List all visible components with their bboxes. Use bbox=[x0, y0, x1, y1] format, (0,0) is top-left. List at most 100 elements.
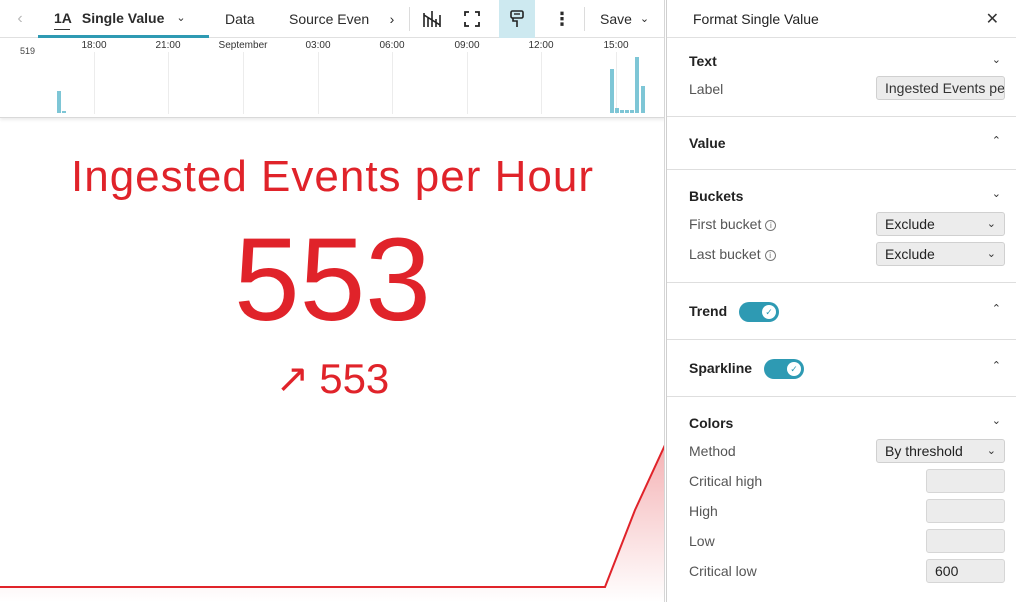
chevron-up-icon[interactable]: ⌃ bbox=[992, 302, 1001, 315]
chevron-left-icon: ‹ bbox=[17, 9, 23, 27]
fullscreen-button[interactable] bbox=[454, 0, 490, 37]
format-panel: Format Single Value ✕ Text ⌄ Label Inges… bbox=[666, 0, 1016, 602]
chevron-right-icon: › bbox=[389, 10, 395, 27]
trend-section-title[interactable]: Trend bbox=[689, 303, 727, 319]
high-input[interactable] bbox=[926, 499, 1005, 523]
toolbar-divider bbox=[409, 7, 410, 31]
trend-indicator: ↗ 553 bbox=[0, 355, 664, 403]
critical-high-input[interactable] bbox=[926, 469, 1005, 493]
single-value-icon: 1A bbox=[54, 9, 72, 30]
histogram-gridline bbox=[392, 52, 393, 114]
check-icon: ✓ bbox=[787, 362, 801, 376]
histogram-gridline bbox=[541, 52, 542, 114]
paint-roller-icon bbox=[510, 10, 524, 27]
tab-data[interactable]: Data bbox=[225, 0, 255, 37]
trend-toggle[interactable]: ✓ bbox=[739, 302, 779, 322]
sparkline-line bbox=[0, 444, 664, 588]
value-section-title[interactable]: Value bbox=[689, 135, 726, 151]
close-icon[interactable]: ✕ bbox=[986, 9, 999, 29]
tab-source-events[interactable]: Source Even bbox=[289, 0, 375, 37]
sparkline-toggle[interactable]: ✓ bbox=[764, 359, 804, 379]
event-histogram[interactable]: 519 18:00 21:00 September 03:00 06:00 09… bbox=[0, 38, 664, 118]
tab-single-value[interactable]: 1A Single Value ⌄ bbox=[38, 0, 209, 38]
tabs-scroll-right-button[interactable]: › bbox=[385, 0, 399, 37]
chevron-up-icon[interactable]: ⌃ bbox=[992, 359, 1001, 372]
sparkline-section: Sparkline ✓ ⌃ bbox=[667, 340, 1016, 397]
info-icon[interactable]: i bbox=[764, 250, 776, 261]
chevron-down-icon[interactable]: ⌄ bbox=[992, 187, 1001, 200]
back-button[interactable]: ‹ bbox=[10, 0, 30, 37]
histogram-tick: 21:00 bbox=[155, 40, 181, 51]
method-value: By threshold bbox=[885, 443, 963, 459]
label-field-label: Label bbox=[689, 81, 724, 97]
chevron-down-icon: ⌄ bbox=[639, 13, 650, 25]
format-panel-title: Format Single Value bbox=[693, 11, 819, 27]
histogram-bar bbox=[630, 110, 634, 113]
chevron-down-icon: ⌄ bbox=[986, 248, 996, 260]
format-panel-header: Format Single Value ✕ bbox=[667, 0, 1016, 38]
histogram-tick: 03:00 bbox=[305, 40, 331, 51]
histogram-tick: 15:00 bbox=[603, 40, 629, 51]
histogram-bar bbox=[635, 57, 639, 113]
first-bucket-label: First bucket i bbox=[689, 216, 777, 232]
last-bucket-label: Last bucket i bbox=[689, 246, 776, 262]
sparkline-area bbox=[0, 447, 664, 602]
critical-high-label: Critical high bbox=[689, 473, 763, 489]
chevron-down-icon[interactable]: ⌄ bbox=[992, 414, 1001, 427]
format-button[interactable] bbox=[499, 0, 535, 38]
kebab-menu-icon: ⋮ bbox=[553, 8, 571, 29]
histogram-tick: 18:00 bbox=[81, 40, 107, 51]
save-button[interactable]: Save ⌄ bbox=[600, 0, 649, 37]
histogram-gridline bbox=[243, 52, 244, 114]
histogram-gridline bbox=[616, 52, 617, 114]
save-label: Save bbox=[600, 10, 632, 27]
histogram-y-max: 519 bbox=[20, 46, 36, 56]
more-options-button[interactable]: ⋮ bbox=[544, 0, 580, 37]
colors-section-title[interactable]: Colors bbox=[689, 415, 733, 431]
histogram-bar bbox=[610, 69, 614, 113]
label-input[interactable]: Ingested Events per Hour bbox=[876, 76, 1005, 100]
last-bucket-value: Exclude bbox=[885, 246, 935, 262]
histogram-bar bbox=[620, 110, 624, 113]
histogram-bar bbox=[57, 91, 61, 113]
histogram-gridline bbox=[318, 52, 319, 114]
colors-section: Colors ⌄ Method By threshold ⌄ Critical h… bbox=[667, 397, 1016, 602]
last-bucket-select[interactable]: Exclude ⌄ bbox=[876, 242, 1005, 266]
visualization-pane: ‹ 1A Single Value ⌄ Data Source Even › ⋮ bbox=[0, 0, 665, 602]
toolbar-divider bbox=[584, 7, 585, 31]
buckets-section: Buckets ⌄ First bucket i Exclude ⌄ Last bu… bbox=[667, 170, 1016, 283]
first-bucket-label-text: First bucket bbox=[689, 216, 762, 232]
value-section: Value ⌃ bbox=[667, 117, 1016, 170]
chevron-down-icon: ⌄ bbox=[176, 12, 186, 24]
histogram-gridline bbox=[467, 52, 468, 114]
info-icon[interactable]: i bbox=[765, 220, 777, 231]
low-label: Low bbox=[689, 533, 715, 549]
viz-toolbar: ‹ 1A Single Value ⌄ Data Source Even › ⋮ bbox=[0, 0, 664, 38]
chevron-down-icon[interactable]: ⌄ bbox=[992, 53, 1001, 66]
method-select[interactable]: By threshold ⌄ bbox=[876, 439, 1005, 463]
low-input[interactable] bbox=[926, 529, 1005, 553]
chevron-up-icon[interactable]: ⌃ bbox=[992, 134, 1001, 147]
chart-type-button[interactable] bbox=[414, 0, 450, 37]
histogram-tick: 06:00 bbox=[379, 40, 405, 51]
histogram-bar bbox=[62, 111, 66, 113]
trend-value: 553 bbox=[319, 355, 390, 402]
method-label: Method bbox=[689, 443, 736, 459]
buckets-section-title[interactable]: Buckets bbox=[689, 188, 743, 204]
histogram-bar bbox=[615, 108, 619, 113]
text-section: Text ⌄ Label Ingested Events per Hour bbox=[667, 38, 1016, 117]
sparkline-section-title[interactable]: Sparkline bbox=[689, 360, 752, 376]
critical-low-label: Critical low bbox=[689, 563, 757, 579]
last-bucket-label-text: Last bucket bbox=[689, 246, 761, 262]
trend-up-arrow-icon: ↗ bbox=[275, 357, 310, 401]
fullscreen-icon bbox=[464, 10, 480, 27]
histogram-tick: September bbox=[218, 40, 268, 51]
histogram-bar bbox=[625, 110, 629, 113]
single-value-number: 553 bbox=[234, 214, 431, 346]
chevron-down-icon: ⌄ bbox=[986, 218, 996, 230]
text-section-title[interactable]: Text bbox=[689, 53, 717, 69]
single-value-title: Ingested Events per Hour bbox=[71, 152, 594, 201]
critical-low-input[interactable]: 600 bbox=[926, 559, 1005, 583]
first-bucket-select[interactable]: Exclude ⌄ bbox=[876, 212, 1005, 236]
histogram-tick: 12:00 bbox=[528, 40, 554, 51]
